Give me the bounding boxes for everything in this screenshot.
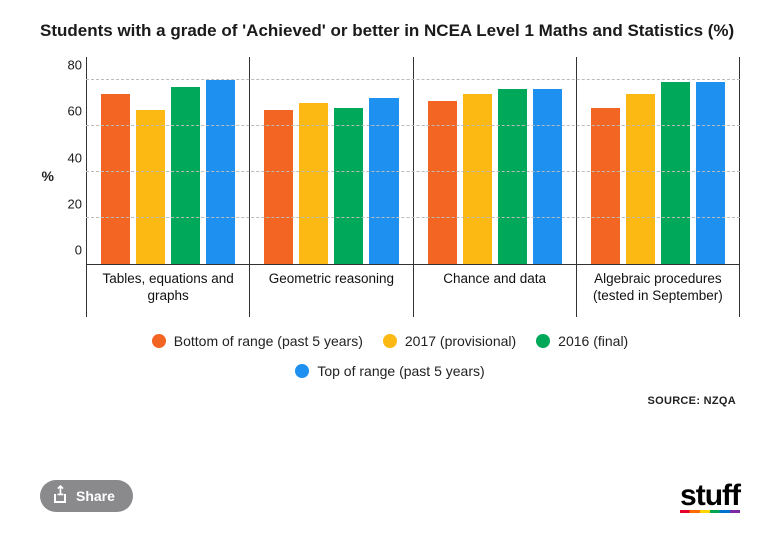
x-category: Algebraic procedures (tested in Septembe…	[576, 265, 740, 317]
legend-label: 2017 (provisional)	[405, 327, 516, 355]
footer-bar: Share stuff	[40, 479, 740, 513]
chart-area: % 0 20 40 60 80 Tables, equations and graphs…	[40, 57, 740, 317]
bar-group	[576, 57, 740, 264]
gridline	[86, 217, 740, 218]
source-label: SOURCE: NZQA	[40, 395, 736, 407]
bar	[498, 89, 527, 264]
bar-group	[413, 57, 576, 264]
plot: Tables, equations and graphsGeometric re…	[86, 57, 740, 317]
plot-grid	[86, 57, 740, 265]
y-tick: 0	[75, 242, 82, 257]
bar	[136, 110, 165, 264]
brand-logo: stuff	[680, 479, 740, 513]
bar-group	[249, 57, 412, 264]
legend-swatch	[383, 334, 397, 348]
gridline	[86, 79, 740, 80]
x-axis-categories: Tables, equations and graphsGeometric re…	[86, 265, 740, 317]
bar-groups	[86, 57, 740, 264]
legend-label: Bottom of range (past 5 years)	[174, 327, 363, 355]
chart-title: Students with a grade of 'Achieved' or b…	[40, 20, 740, 43]
bar	[696, 82, 725, 264]
bar	[171, 87, 200, 264]
x-category: Tables, equations and graphs	[86, 265, 249, 317]
bar	[591, 108, 620, 264]
legend-label: 2016 (final)	[558, 327, 628, 355]
share-icon	[54, 489, 68, 503]
legend-swatch	[295, 364, 309, 378]
y-axis-label: %	[42, 168, 54, 184]
chart-card: Students with a grade of 'Achieved' or b…	[0, 0, 768, 533]
legend-label: Top of range (past 5 years)	[317, 357, 484, 385]
y-tick: 80	[68, 58, 82, 73]
brand-text: stuff	[680, 479, 740, 513]
share-button[interactable]: Share	[40, 480, 133, 512]
legend-swatch	[536, 334, 550, 348]
bar	[264, 110, 293, 264]
x-category: Chance and data	[413, 265, 576, 317]
legend-swatch	[152, 334, 166, 348]
gridline	[86, 125, 740, 126]
legend-item: Top of range (past 5 years)	[295, 357, 484, 385]
y-tick: 40	[68, 150, 82, 165]
bar	[369, 98, 398, 264]
bar-group	[86, 57, 249, 264]
bar	[626, 94, 655, 264]
bar	[463, 94, 492, 264]
legend-item: 2017 (provisional)	[383, 327, 516, 355]
legend: Bottom of range (past 5 years) 2017 (prov…	[40, 327, 740, 387]
bar	[533, 89, 562, 264]
x-category: Geometric reasoning	[249, 265, 412, 317]
legend-item: 2016 (final)	[536, 327, 628, 355]
bar	[206, 80, 235, 264]
bar	[661, 82, 690, 264]
bar	[101, 94, 130, 264]
share-button-label: Share	[76, 488, 115, 504]
y-tick: 60	[68, 104, 82, 119]
y-axis: % 0 20 40 60 80	[40, 57, 86, 317]
legend-item: Bottom of range (past 5 years)	[152, 327, 363, 355]
bar	[334, 108, 363, 264]
bar	[299, 103, 328, 264]
gridline	[86, 171, 740, 172]
y-tick: 20	[68, 196, 82, 211]
